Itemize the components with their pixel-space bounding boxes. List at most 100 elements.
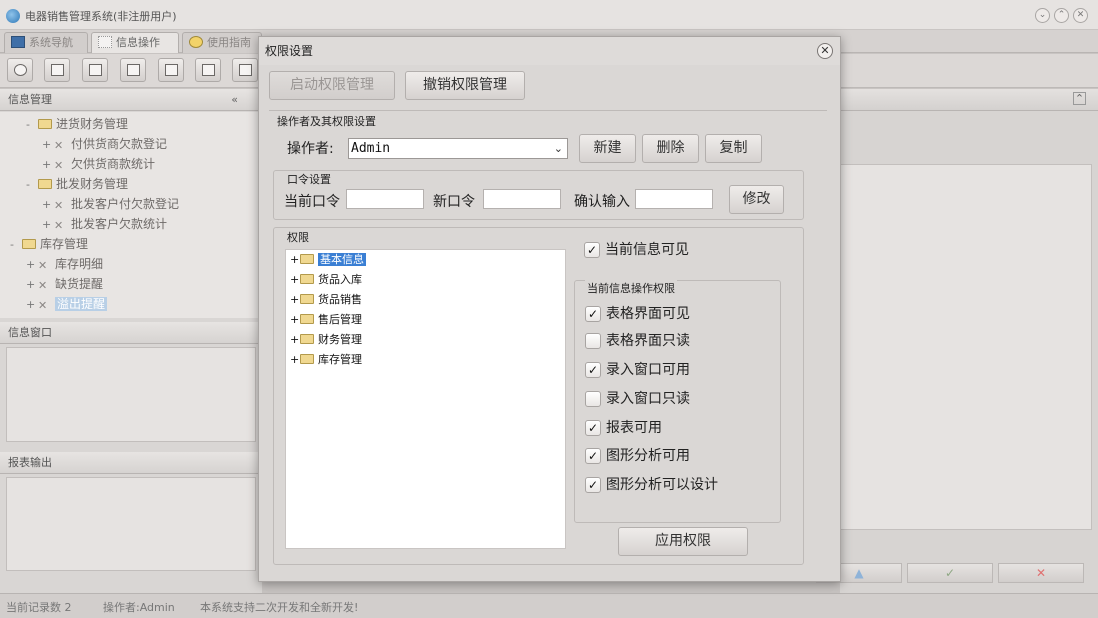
expand-toggle[interactable]: - [26, 115, 38, 135]
permission-tree-item[interactable]: + 货品销售 [290, 290, 362, 310]
permission-tree-label: 货品销售 [318, 293, 362, 306]
expand-toggle[interactable]: - [10, 235, 22, 255]
expand-toggle[interactable]: + [42, 215, 54, 235]
tree-item-label: 付供货商欠款登记 [71, 137, 168, 151]
checkbox-box[interactable]: ✓ [585, 306, 601, 322]
status-message: 本系统支持二次开发和全新开发! [200, 601, 359, 614]
dialog-title: 权限设置 [265, 44, 314, 58]
delete-operator-button[interactable]: 删除 [642, 134, 699, 163]
checkbox-box[interactable]: ✓ [584, 242, 600, 258]
new-password-input[interactable] [483, 189, 561, 209]
permission-tree-item[interactable]: + 财务管理 [290, 330, 362, 350]
tree-item[interactable]: - 进货财务管理 [26, 114, 128, 134]
folder-icon [300, 314, 314, 324]
tree-item[interactable]: + ✕ 库存明细 [26, 254, 103, 274]
search-icon[interactable] [7, 58, 33, 82]
window-icon[interactable] [158, 58, 184, 82]
new-operator-button[interactable]: 新建 [579, 134, 636, 163]
confirm-password-label: 确认输入 [574, 194, 630, 210]
close-window-icon[interactable]: ✕ [1073, 8, 1088, 23]
expand-toggle[interactable]: + [290, 290, 300, 310]
permission-tree-item[interactable]: + 货品入库 [290, 270, 362, 290]
tree-item[interactable]: - 批发财务管理 [26, 174, 128, 194]
maximize-icon[interactable]: ⌃ [1054, 8, 1069, 23]
tree-item[interactable]: + ✕ 欠供货商款统计 [42, 154, 155, 174]
checkbox-box[interactable]: ✓ [585, 448, 601, 464]
tool-icon: ✕ [38, 299, 48, 312]
apply-permission-button[interactable]: 应用权限 [618, 527, 748, 556]
permission-tree-item[interactable]: + 售后管理 [290, 310, 362, 330]
permission-tree-label: 货品入库 [318, 273, 362, 286]
tab-info-ops[interactable]: 信息操作 [91, 32, 179, 53]
tree-item-selected[interactable]: + ✕ 溢出提醒 [26, 294, 108, 315]
tool-icon: ✕ [54, 139, 64, 152]
report-output-header: 报表输出 [0, 452, 262, 474]
cancel-icon[interactable]: ✕ [998, 563, 1084, 583]
confirm-password-input[interactable] [635, 189, 713, 209]
folder-icon [300, 294, 314, 304]
info-window-header: 信息窗口 [0, 322, 262, 344]
operator-status: 操作者:Admin [103, 601, 175, 614]
expand-toggle[interactable]: + [290, 250, 300, 270]
confirm-icon[interactable]: ✓ [907, 563, 993, 583]
panel-title: 报表输出 [8, 456, 52, 469]
expand-toggle[interactable]: - [26, 175, 38, 195]
expand-toggle[interactable]: + [26, 295, 38, 315]
expand-toggle[interactable]: + [42, 155, 54, 175]
tab-label: 系统导航 [29, 36, 73, 49]
operator-select[interactable]: Admin ⌄ [348, 138, 568, 159]
chevron-down-icon: ⌄ [553, 142, 563, 155]
tool-icon: ✕ [54, 219, 64, 232]
tree-item[interactable]: + ✕ 付供货商欠款登记 [42, 134, 167, 154]
document-icon[interactable] [82, 58, 108, 82]
enable-permission-button[interactable]: 启动权限管理 [269, 71, 395, 100]
panel-title: 信息窗口 [8, 326, 52, 339]
tree-item-label: 库存明细 [55, 257, 104, 271]
checkbox-box[interactable]: ✓ [585, 362, 601, 378]
tree-item-label: 进货财务管理 [56, 117, 129, 131]
users-icon[interactable] [120, 58, 146, 82]
current-password-input[interactable] [346, 189, 424, 209]
expand-toggle[interactable]: + [26, 275, 38, 295]
expand-toggle[interactable]: + [26, 255, 38, 275]
close-icon[interactable]: ✕ [817, 43, 833, 59]
export-icon[interactable] [195, 58, 221, 82]
data-grid [840, 164, 1092, 530]
collapse-left-icon[interactable]: « [231, 89, 238, 111]
print-icon[interactable] [232, 58, 258, 82]
checkbox-box[interactable] [585, 333, 601, 349]
grid-icon [98, 36, 112, 48]
tree-item[interactable]: - 库存管理 [10, 234, 88, 254]
tree-item[interactable]: + ✕ 批发客户付欠款登记 [42, 194, 179, 214]
tab-system-nav[interactable]: 系统导航 [4, 32, 88, 53]
copy-operator-button[interactable]: 复制 [705, 134, 762, 163]
permission-tree-item[interactable]: + 库存管理 [290, 350, 362, 370]
collapse-up-icon[interactable]: ⌃ [1073, 92, 1086, 105]
permission-tree-item-selected[interactable]: + 基本信息 [290, 250, 366, 270]
tool-icon: ✕ [54, 159, 64, 172]
permission-dialog: 权限设置 ✕ 启动权限管理 撤销权限管理 操作者及其权限设置 操作者: Admi… [258, 36, 841, 582]
checkbox-box[interactable]: ✓ [585, 420, 601, 436]
tool-icon: ✕ [38, 259, 48, 272]
folder-icon [300, 274, 314, 284]
tree-item[interactable]: + ✕ 批发客户欠款统计 [42, 214, 167, 234]
form-icon[interactable] [44, 58, 70, 82]
expand-toggle[interactable]: + [290, 270, 300, 290]
expand-toggle[interactable]: + [42, 195, 54, 215]
minimize-icon[interactable]: ⌄ [1035, 8, 1050, 23]
expand-toggle[interactable]: + [290, 330, 300, 350]
expand-toggle[interactable]: + [290, 310, 300, 330]
tab-user-guide[interactable]: 使用指南 [182, 32, 262, 53]
tree-item[interactable]: + ✕ 缺货提醒 [26, 274, 103, 294]
expand-toggle[interactable]: + [42, 135, 54, 155]
panel-title: 信息管理 [8, 93, 52, 106]
tab-label: 使用指南 [207, 36, 251, 49]
app-title: 电器销售管理系统(非注册用户) [25, 10, 177, 23]
checkbox-box[interactable]: ✓ [585, 477, 601, 493]
revoke-permission-button[interactable]: 撤销权限管理 [405, 71, 525, 100]
expand-toggle[interactable]: + [290, 350, 300, 370]
tree-item-label: 缺货提醒 [55, 277, 104, 291]
info-window-body [6, 347, 256, 442]
modify-password-button[interactable]: 修改 [729, 185, 784, 214]
checkbox-box[interactable] [585, 391, 601, 407]
